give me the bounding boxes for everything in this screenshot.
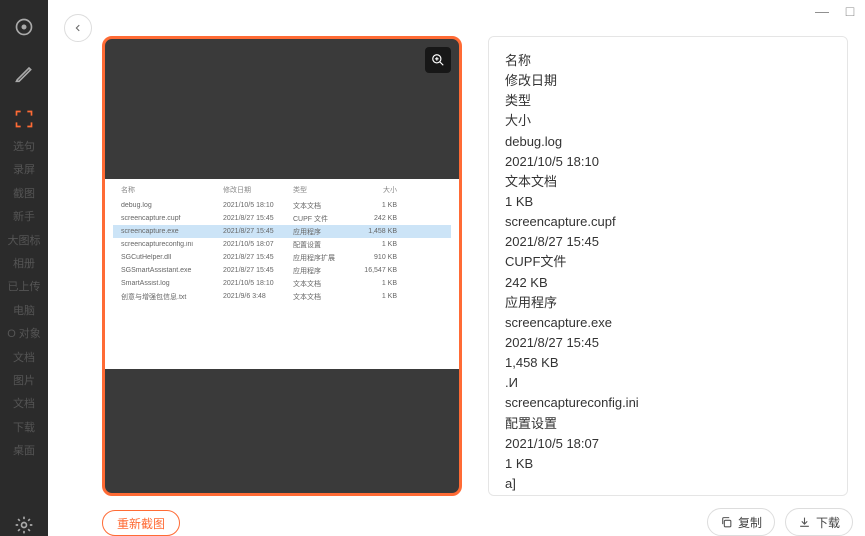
ocr-line: 1,458 KB (505, 353, 831, 373)
ocr-line: 文本文档 (505, 172, 831, 192)
ocr-line: a] (505, 474, 831, 494)
ocr-line: 类型 (505, 91, 831, 111)
chevron-left-icon (73, 23, 83, 33)
ocr-line: 2021/8/27 15:45 (505, 232, 831, 252)
sidebar-label: O 对象 (0, 327, 48, 342)
copy-label: 复制 (738, 514, 762, 531)
ocr-result-panel[interactable]: 名称修改日期类型大小debug.log2021/10/5 18:10文本文档1 … (488, 36, 848, 496)
ocr-line: debug.log (505, 132, 831, 152)
copy-button[interactable]: 复制 (707, 508, 775, 536)
fullscreen-icon[interactable] (13, 108, 35, 130)
ocr-line: screencaptureconfig.ini (505, 393, 831, 413)
sidebar-label: 录屏 (0, 163, 48, 178)
settings-icon[interactable] (13, 514, 35, 536)
ocr-line: 2021/8/27 15:45 (505, 333, 831, 353)
download-label: 下载 (816, 514, 840, 531)
bottom-actions: 复制 下载 (707, 508, 853, 536)
col-name: 名称 (113, 185, 223, 195)
ocr-line: 修改日期 (505, 71, 831, 91)
sidebar-labels: 选句 录屏 截图 新手 大图标 相册 已上传 电脑 O 对象 文档 图片 文档 … (0, 140, 48, 459)
screenshot-preview: 名称 修改日期 类型 大小 debug.log2021/10/5 18:10文本… (102, 36, 462, 496)
sidebar-label: 桌面 (0, 444, 48, 459)
sidebar-label: 文档 (0, 351, 48, 366)
back-button[interactable] (64, 14, 92, 42)
inner-screenshot: 名称 修改日期 类型 大小 debug.log2021/10/5 18:10文本… (105, 179, 459, 369)
recapture-button[interactable]: 重新截图 (102, 510, 180, 536)
table-row: screencapture.cupf2021/8/27 15:45CUPF 文件… (113, 212, 451, 225)
ocr-line: .И (505, 373, 831, 393)
ocr-line: CUPF文件 (505, 252, 831, 272)
table-row: debug.log2021/10/5 18:10文本文档1 KB (113, 199, 451, 212)
magnify-plus-icon (431, 53, 445, 67)
ocr-line: 应用程序扩展 (505, 494, 831, 496)
sidebar-label: 新手 (0, 210, 48, 225)
sidebar-label: 下载 (0, 421, 48, 436)
table-row: SGCutHelper.dll2021/8/27 15:45应用程序扩展910 … (113, 251, 451, 264)
ocr-line: 大小 (505, 111, 831, 131)
sidebar-label: 大图标 (0, 234, 48, 249)
table-row: 创意与增强包信息.txt2021/9/6 3:48文本文档1 KB (113, 290, 451, 303)
table-row: screencaptureconfig.ini2021/10/5 18:07配置… (113, 238, 451, 251)
sidebar-label: 电脑 (0, 304, 48, 319)
window-controls: — □ (815, 4, 857, 18)
edit-icon[interactable] (13, 62, 35, 84)
ocr-line: 2021/10/5 18:10 (505, 152, 831, 172)
expand-button[interactable] (425, 47, 451, 73)
maximize-button[interactable]: □ (843, 4, 857, 18)
ocr-line: screencapture.exe (505, 313, 831, 333)
download-icon (798, 516, 811, 529)
ocr-line: 名称 (505, 51, 831, 71)
ocr-line: 配置设置 (505, 414, 831, 434)
table-row: SGSmartAssistant.exe2021/8/27 15:45应用程序1… (113, 264, 451, 277)
download-button[interactable]: 下载 (785, 508, 853, 536)
ocr-line: 1 KB (505, 192, 831, 212)
sidebar-label: 文档 (0, 397, 48, 412)
ocr-line: 应用程序 (505, 293, 831, 313)
sidebar-label: 截图 (0, 187, 48, 202)
minimize-button[interactable]: — (815, 4, 829, 18)
sidebar-label: 图片 (0, 374, 48, 389)
sidebar-label: 相册 (0, 257, 48, 272)
ocr-line: 2021/10/5 18:07 (505, 434, 831, 454)
sidebar-label: 选句 (0, 140, 48, 155)
table-row: screencapture.exe2021/8/27 15:45应用程序1,45… (113, 225, 451, 238)
sidebar-label: 已上传 (0, 280, 48, 295)
ocr-line: screencapture.cupf (505, 212, 831, 232)
col-date: 修改日期 (223, 185, 293, 195)
ocr-line: 1 KB (505, 454, 831, 474)
col-size: 大小 (353, 185, 403, 195)
table-row: SmartAssist.log2021/10/5 18:10文本文档1 KB (113, 277, 451, 290)
col-type: 类型 (293, 185, 353, 195)
ocr-line: 242 KB (505, 273, 831, 293)
record-icon[interactable] (13, 16, 35, 38)
copy-icon (720, 516, 733, 529)
